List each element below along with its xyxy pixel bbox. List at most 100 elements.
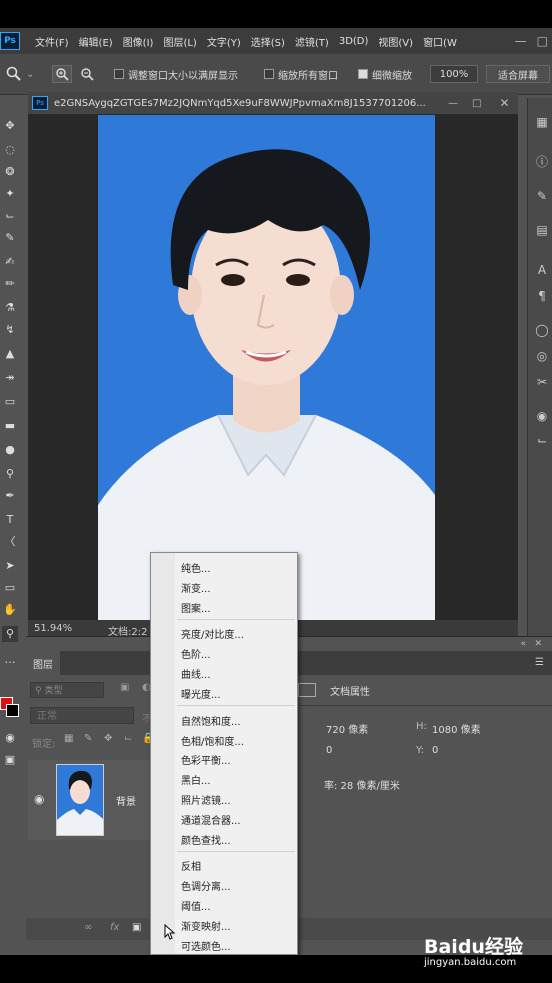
eraser-tool-icon[interactable]: ▭ <box>2 394 18 410</box>
document-tab[interactable]: Ps e2GNSAygqZGTGEs7Mz2JQNmYqd5Xe9uF8WWJP… <box>28 92 518 115</box>
layer-name[interactable]: 背景 <box>116 793 136 808</box>
styles-panel-icon[interactable]: ◎ <box>534 348 550 364</box>
move-tool-icon[interactable]: ✥ <box>2 118 18 134</box>
menu-item-threshold[interactable]: 阈值... <box>181 898 211 913</box>
filter-pixel-icon[interactable]: ▣ <box>120 682 129 693</box>
crop-tool-icon[interactable]: ⌙ <box>2 208 18 224</box>
dodge-tool-icon[interactable]: ⚲ <box>2 466 18 482</box>
background-color-swatch[interactable] <box>6 704 19 717</box>
menu-item-channel-mixer[interactable]: 通道混合器... <box>181 812 241 827</box>
collapse-panel-icon[interactable]: « <box>520 639 526 649</box>
menu-window[interactable]: 窗口(W <box>418 34 462 49</box>
menu-select[interactable]: 选择(S) <box>246 34 290 49</box>
info-panel-icon[interactable]: ⓘ <box>534 154 550 170</box>
menu-item-brightness-contrast[interactable]: 亮度/对比度... <box>181 626 244 641</box>
zoom-out-button[interactable] <box>78 65 96 83</box>
menu-type[interactable]: 文字(Y) <box>202 34 246 49</box>
magic-wand-tool-icon[interactable]: ✦ <box>2 186 18 202</box>
healing-brush-tool-icon[interactable]: ✍ <box>2 254 18 270</box>
resolution-value[interactable]: 率: 28 像素/厘米 <box>324 777 400 792</box>
x-value[interactable]: 0 <box>326 745 332 756</box>
lock-transparency-icon[interactable]: ▦ <box>64 733 73 744</box>
shape-tool-icon[interactable]: ▭ <box>2 580 18 596</box>
history-brush-tool-icon[interactable]: ↯ <box>2 322 18 338</box>
zoom-tool-preset[interactable]: ⌄ <box>6 64 34 84</box>
link-layers-icon[interactable]: ∞ <box>84 922 92 933</box>
menu-view[interactable]: 视图(V) <box>373 34 418 49</box>
lasso-tool-icon[interactable]: ❂ <box>2 164 18 180</box>
menu-item-gradient-map[interactable]: 渐变映射... <box>181 918 231 933</box>
menu-item-levels[interactable]: 色阶... <box>181 646 211 661</box>
fit-screen-button[interactable]: 适合屏幕 <box>486 65 550 83</box>
minimize-doc-icon[interactable]: — <box>448 98 458 109</box>
paragraph-panel-icon[interactable]: ¶ <box>534 288 550 304</box>
menu-item-gradient[interactable]: 渐变... <box>181 580 211 595</box>
adjustments-icon[interactable]: ◯ <box>534 322 550 338</box>
canvas-area[interactable] <box>28 115 518 620</box>
zoom-percentage[interactable]: 51.94% <box>34 623 72 634</box>
close-doc-icon[interactable]: ✕ <box>499 96 509 110</box>
lock-pixels-icon[interactable]: ✎ <box>84 733 92 744</box>
menu-image[interactable]: 图像(I) <box>118 34 159 49</box>
scrubby-zoom-checkbox[interactable]: 细微缩放 <box>358 64 412 84</box>
crop-preset-icon[interactable]: ⌙ <box>534 432 550 448</box>
blend-mode-select[interactable]: 正常 <box>30 707 134 724</box>
maximize-icon[interactable]: □ <box>537 34 548 48</box>
menu-filter[interactable]: 滤镜(T) <box>290 34 334 49</box>
history-panel-icon[interactable]: ▦ <box>534 114 550 130</box>
menu-item-color-lookup[interactable]: 颜色查找... <box>181 832 231 847</box>
minimize-icon[interactable]: — <box>515 34 527 48</box>
menu-item-color-balance[interactable]: 色彩平衡... <box>181 752 231 767</box>
width-value[interactable]: 720 像素 <box>326 721 368 736</box>
blur-tool-icon[interactable]: ● <box>2 442 18 458</box>
height-value[interactable]: 1080 像素 <box>432 721 481 736</box>
menu-3d[interactable]: 3D(D) <box>334 36 374 47</box>
menu-item-posterize[interactable]: 色调分离... <box>181 878 231 893</box>
menu-file[interactable]: 文件(F) <box>30 34 74 49</box>
zoom-tool-icon[interactable]: ⚲ <box>2 626 18 642</box>
quick-mask-icon[interactable]: ◉ <box>2 730 18 746</box>
art-history-tool-icon[interactable]: ↠ <box>2 370 18 386</box>
character-panel-icon[interactable]: A <box>534 262 550 278</box>
menu-item-pattern[interactable]: 图案... <box>181 600 211 615</box>
y-value[interactable]: 0 <box>432 745 438 756</box>
menu-item-photo-filter[interactable]: 照片滤镜... <box>181 792 231 807</box>
restore-doc-icon[interactable]: □ <box>472 98 481 109</box>
hand-tool-icon[interactable]: ✋ <box>2 602 18 618</box>
more-tools-icon[interactable]: … <box>2 652 18 668</box>
menu-item-exposure[interactable]: 曝光度... <box>181 686 221 701</box>
direct-selection-tool-icon[interactable]: ➤ <box>2 558 18 574</box>
close-panel-icon[interactable]: ✕ <box>534 639 542 649</box>
menu-item-selective-color[interactable]: 可选颜色... <box>181 938 231 953</box>
brush-settings-icon[interactable]: ✎ <box>534 188 550 204</box>
stamp-tool-icon[interactable]: ▲ <box>2 346 18 362</box>
lock-position-icon[interactable]: ✥ <box>104 733 112 744</box>
zoom-in-button[interactable] <box>52 65 72 83</box>
menu-edit[interactable]: 编辑(E) <box>74 34 118 49</box>
type-tool-icon[interactable]: T <box>2 512 18 528</box>
menu-item-invert[interactable]: 反相 <box>181 858 201 873</box>
zoom-value-field[interactable]: 100% <box>430 65 478 83</box>
tab-layers[interactable]: 图层 <box>26 651 60 675</box>
add-mask-icon[interactable]: ▣ <box>132 922 141 933</box>
brush-tool-icon[interactable]: ✏ <box>2 276 18 292</box>
menu-item-black-white[interactable]: 黑白... <box>181 772 211 787</box>
panel-menu-icon[interactable]: ☰ <box>535 657 544 668</box>
menu-item-hue-saturation[interactable]: 色相/饱和度... <box>181 733 244 748</box>
menu-item-curves[interactable]: 曲线... <box>181 666 211 681</box>
zoom-all-windows-checkbox[interactable]: 缩放所有窗口 <box>264 64 338 84</box>
tools-presets-icon[interactable]: ✂ <box>534 374 550 390</box>
resize-windows-checkbox[interactable]: 调整窗口大小以满屏显示 <box>114 64 238 84</box>
lock-artboard-icon[interactable]: ⌙ <box>124 733 132 744</box>
brush-presets-icon[interactable]: ▤ <box>534 222 550 238</box>
screen-mode-icon[interactable]: ▣ <box>2 752 18 768</box>
path-tool-icon[interactable]: 〈 <box>2 534 18 550</box>
layer-kind-filter[interactable]: ⚲ 类型 <box>30 682 104 698</box>
pen-tool-icon[interactable]: ✒ <box>2 488 18 504</box>
menu-item-vibrance[interactable]: 自然饱和度... <box>181 713 241 728</box>
swatches-icon[interactable]: ◉ <box>534 408 550 424</box>
menu-item-solid-color[interactable]: 纯色... <box>181 560 211 575</box>
clone-stamp-tool-icon[interactable]: ⚗ <box>2 300 18 316</box>
layer-style-icon[interactable]: fx <box>110 922 119 933</box>
marquee-tool-icon[interactable]: ◌ <box>2 142 18 158</box>
